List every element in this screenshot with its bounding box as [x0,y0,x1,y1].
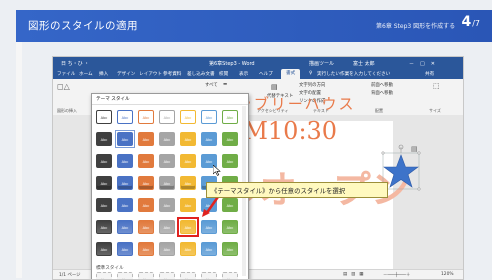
style-swatch[interactable]: Abc [138,198,154,212]
style-swatch[interactable]: Abc [96,110,112,124]
style-swatch[interactable]: Abc [117,154,133,168]
view-buttons[interactable]: ▤▥▦ [343,272,367,277]
gallery-section-preset: 標準スタイル [96,266,124,271]
style-swatch[interactable]: Abc [180,198,196,212]
alt-text-icon[interactable]: ▤ [271,83,278,91]
style-swatch[interactable]: Abc [180,132,196,146]
mouse-pointer-icon [212,161,221,180]
gallery-header: テーマ スタイル [92,94,248,105]
style-swatch[interactable]: Abc [96,132,112,146]
hover-style-frame [115,130,135,148]
tab-view[interactable]: 表示 [239,71,248,77]
tab-layout[interactable]: レイアウト [139,71,162,77]
style-swatch[interactable]: Abc [96,154,112,168]
shape-fill-icon[interactable]: ▬ [223,82,227,87]
group-label-size: サイズ [429,108,441,113]
tab-references[interactable]: 参考資料 [163,71,181,77]
style-swatch[interactable]: Abc [222,242,238,256]
tab-review[interactable]: 校閲 [219,71,228,77]
style-swatch[interactable]: Abc [117,176,133,190]
style-swatch[interactable]: Abc [117,110,133,124]
style-swatch[interactable]: Abc [138,110,154,124]
preset-swatch[interactable]: Abc [180,272,196,279]
size-icon[interactable]: ⬚ [433,82,440,90]
ribbon-tabs: ファイル ホーム 挿入 デザイン レイアウト 参考資料 差し込み文書 校閲 表示… [53,69,463,79]
gallery-more-button[interactable]: すべて [205,82,218,88]
context-tab-label: 描画ツール [309,61,335,67]
style-swatch[interactable]: Abc [180,176,196,190]
tab-mailings[interactable]: 差し込み文書 [187,71,215,77]
layout-options-icon[interactable]: ▤ [411,145,418,153]
style-swatch[interactable]: Abc [222,154,238,168]
style-swatch[interactable]: Abc [180,242,196,256]
bring-forward-button[interactable]: 前面へ移動 [371,82,393,88]
user-name[interactable]: 富士 太郎 [353,60,375,67]
tab-insert[interactable]: 挿入 [99,71,108,77]
style-swatch[interactable]: Abc [117,198,133,212]
preset-swatch[interactable]: Abc [117,272,133,279]
document-title: 第6章Step3 - Word [209,61,255,67]
style-swatch[interactable]: Abc [96,242,112,256]
style-swatch[interactable]: Abc [222,110,238,124]
lesson-breadcrumb: 第6章 Step3 図形を作成する [376,23,456,30]
lesson-header: 図形のスタイルの適用 第6章 Step3 図形を作成する 4/7 [16,10,492,42]
style-swatch[interactable]: Abc [159,132,175,146]
style-swatch[interactable]: Abc [159,242,175,256]
style-swatch[interactable]: Abc [159,154,175,168]
page-indicator: 1/1 ページ [59,273,81,278]
style-swatch[interactable]: Abc [159,220,175,234]
lesson-title: 図形のスタイルの適用 [28,20,138,32]
send-backward-button[interactable]: 背面へ移動 [371,90,393,96]
selected-style-highlight [177,217,199,237]
preset-swatch[interactable]: Abc [201,272,217,279]
style-swatch[interactable]: Abc [201,110,217,124]
style-swatch[interactable]: Abc [138,154,154,168]
style-swatch[interactable]: Abc [96,220,112,234]
window-controls[interactable]: －□✕ [409,60,441,67]
style-swatch[interactable]: Abc [117,242,133,256]
style-swatch[interactable]: Abc [138,220,154,234]
style-swatch[interactable]: Abc [159,198,175,212]
tab-help[interactable]: ヘルプ [259,71,273,77]
style-swatch[interactable]: Abc [201,242,217,256]
style-swatch[interactable]: Abc [222,132,238,146]
tab-file[interactable]: ファイル [57,71,75,77]
style-swatch[interactable]: Abc [201,220,217,234]
gallery-section-theme: テーマ スタイル [96,97,130,102]
share-button[interactable]: 共有 [425,71,434,77]
shapes-gallery-icon[interactable]: ◻△ [57,82,70,91]
text-direction-button[interactable]: 文字列の方向 [299,82,325,88]
quick-access-toolbar[interactable]: 日 ち・ひ ・ [61,60,89,67]
title-bar: 日 ち・ひ ・ 第6章Step3 - Word 描画ツール 富士 太郎 －□✕ [53,57,463,69]
style-swatch[interactable]: Abc [201,132,217,146]
style-swatch[interactable]: Abc [138,242,154,256]
style-swatch[interactable]: Abc [159,110,175,124]
preset-swatch[interactable]: Abc [222,272,238,279]
group-label-arrange: 配置 [375,108,383,113]
tab-format[interactable]: 書式 [281,69,301,79]
lightbulb-icon: ♀ [309,71,313,76]
tab-design[interactable]: デザイン [117,71,135,77]
group-label-insert-shapes: 図形の挿入 [57,108,77,113]
left-rail [16,42,22,278]
zoom-slider[interactable]: －───┼───＋ [383,272,410,278]
word-window: 日 ち・ひ ・ 第6章Step3 - Word 描画ツール 富士 太郎 －□✕ … [52,56,464,280]
style-swatch[interactable]: Abc [138,176,154,190]
instruction-callout: 《テーマスタイル》から任意のスタイルを選択 [206,182,388,198]
tell-me-box[interactable]: 実行したい作業を入力してください [317,71,390,77]
tab-home[interactable]: ホーム [79,71,93,77]
style-swatch[interactable]: Abc [117,220,133,234]
style-swatch[interactable]: Abc [180,110,196,124]
style-swatch[interactable]: Abc [222,220,238,234]
preset-swatch[interactable]: Abc [159,272,175,279]
style-swatch[interactable]: Abc [159,176,175,190]
style-swatch[interactable]: Abc [138,132,154,146]
style-swatch[interactable]: Abc [96,176,112,190]
style-swatch[interactable]: Abc [96,198,112,212]
page-number: 4/7 [461,14,480,30]
preset-swatch[interactable]: Abc [138,272,154,279]
zoom-level: 120% [441,272,454,277]
style-swatch[interactable]: Abc [180,154,196,168]
preset-swatch[interactable]: Abc [96,272,112,279]
